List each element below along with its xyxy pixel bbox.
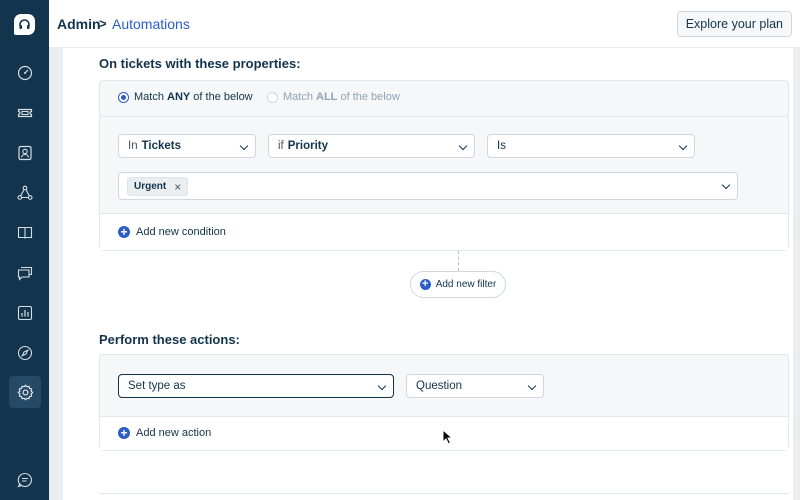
urgent-tag: Urgent ×	[127, 177, 189, 196]
in-prefix: In	[128, 140, 138, 152]
breadcrumb-separator-icon: >	[99, 16, 107, 31]
top-header: Admin > Automations Explore your plan	[49, 0, 800, 48]
plus-icon: +	[118, 427, 130, 439]
content-area: On tickets with these properties: Match …	[49, 48, 800, 500]
operator-select[interactable]: Is	[487, 134, 695, 158]
condition-row: In Tickets if Priority Is Urgent ×	[100, 116, 788, 213]
sidebar-item-knowledge-base[interactable]	[9, 217, 41, 249]
add-filter-button[interactable]: + Add new filter	[410, 271, 506, 298]
social-icon	[17, 185, 33, 200]
in-value: Tickets	[141, 140, 182, 152]
sidebar-item-dashboard[interactable]	[9, 57, 41, 89]
match-all-option[interactable]: Match ALL of the below	[267, 90, 400, 104]
if-prefix: if	[278, 140, 284, 152]
help-icon	[17, 472, 32, 488]
match-any-option[interactable]: Match ANY of the below	[118, 90, 253, 104]
type-select[interactable]: Question	[406, 374, 544, 398]
chevron-down-icon	[721, 180, 731, 190]
actions-title: Perform these actions:	[99, 332, 240, 347]
sidebar-item-reports[interactable]	[9, 297, 41, 329]
chat-icon	[17, 266, 33, 281]
remove-tag-icon[interactable]: ×	[174, 180, 181, 194]
ticket-icon	[17, 108, 33, 118]
property-select[interactable]: if Priority	[268, 134, 475, 158]
sidebar-item-chat[interactable]	[9, 257, 41, 289]
sidebar	[0, 0, 49, 500]
mouse-cursor-icon	[442, 429, 453, 445]
sidebar-item-contacts[interactable]	[9, 137, 41, 169]
section-divider	[99, 493, 789, 494]
match-all-radio[interactable]	[267, 91, 278, 103]
match-any-radio[interactable]	[118, 91, 129, 103]
plus-icon: +	[419, 279, 431, 290]
automation-rule-panel: On tickets with these properties: Match …	[63, 48, 793, 500]
sidebar-item-settings[interactable]	[9, 376, 41, 408]
add-action-label: Add new action	[136, 427, 212, 439]
conditions-title: On tickets with these properties:	[99, 56, 301, 71]
dashboard-icon	[17, 65, 33, 81]
action-select[interactable]: Set type as	[118, 374, 394, 398]
breadcrumb-admin[interactable]: Admin	[57, 16, 101, 32]
sidebar-item-explore[interactable]	[9, 337, 41, 369]
add-filter-label: Add new filter	[435, 279, 497, 290]
headset-icon	[19, 19, 30, 29]
match-any-label: Match ANY of the below	[134, 91, 253, 103]
sidebar-item-tickets[interactable]	[9, 97, 41, 129]
chevron-down-icon	[458, 141, 468, 151]
in-select[interactable]: In Tickets	[118, 134, 256, 158]
plus-icon: +	[118, 226, 130, 238]
sidebar-item-help[interactable]	[17, 472, 33, 493]
contacts-icon	[18, 145, 32, 161]
sidebar-item-social[interactable]	[9, 177, 41, 209]
freshdesk-logo[interactable]	[14, 14, 35, 35]
property-value: Priority	[287, 140, 329, 152]
explore-icon	[17, 345, 33, 361]
reports-icon	[17, 305, 33, 321]
add-condition-button[interactable]: + Add new condition	[118, 226, 226, 238]
chevron-down-icon	[527, 381, 537, 391]
connector-line	[458, 251, 459, 271]
breadcrumb-automations[interactable]: Automations	[112, 16, 190, 32]
explore-plan-button[interactable]: Explore your plan	[676, 11, 792, 37]
add-condition-label: Add new condition	[136, 226, 226, 238]
chevron-down-icon	[239, 141, 249, 151]
type-value: Question	[416, 380, 463, 392]
settings-icon	[17, 383, 33, 401]
chevron-down-icon	[678, 141, 688, 151]
priority-values-input[interactable]: Urgent ×	[118, 172, 738, 200]
conditions-card: Match ANY of the below Match ALL of the …	[99, 80, 789, 251]
add-action-button[interactable]: + Add new action	[118, 427, 211, 439]
add-condition-row: + Add new condition	[100, 213, 788, 250]
chevron-down-icon	[377, 381, 387, 391]
operator-value: Is	[497, 140, 506, 152]
match-all-label: Match ALL of the below	[283, 91, 400, 103]
knowledge-base-icon	[17, 226, 33, 239]
action-value: Set type as	[128, 380, 186, 392]
urgent-tag-label: Urgent	[134, 181, 167, 192]
